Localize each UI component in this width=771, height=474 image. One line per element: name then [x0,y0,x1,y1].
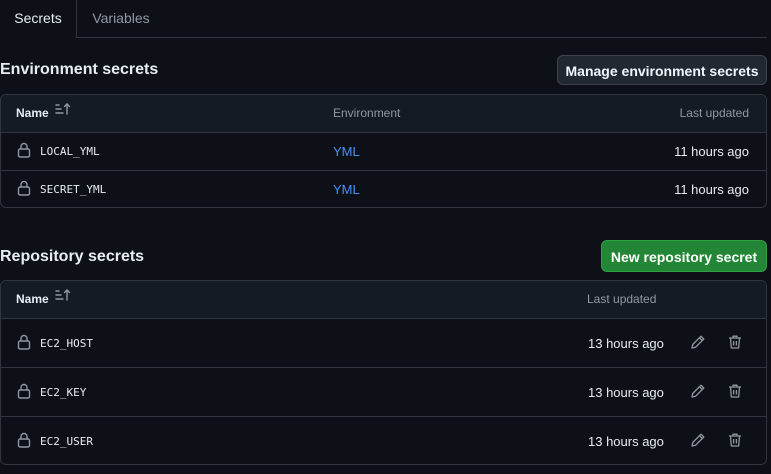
tab-secrets[interactable]: Secrets [0,0,77,38]
column-header-name[interactable]: Name [16,281,71,318]
table-header: Name Environment Last updated [1,95,766,133]
table-row: EC2_USER 13 hours ago [1,417,766,464]
repository-secrets-table: Name Last updated EC2_HOST 13 hours ago … [0,280,767,465]
table-row: SECRET_YML YML 11 hours ago [1,171,766,207]
environment-link[interactable]: YML [333,144,360,159]
lock-icon [17,432,31,451]
secrets-page: Secrets Variables Environment secrets Ma… [0,0,771,474]
last-updated: 11 hours ago [674,182,749,197]
sort-icon[interactable] [54,95,71,131]
delete-secret-button[interactable] [727,368,743,416]
pencil-icon [690,383,706,402]
trash-icon [727,383,743,402]
table-row: EC2_KEY 13 hours ago [1,368,766,417]
delete-secret-button[interactable] [727,417,743,464]
tab-bar: Secrets Variables [0,0,767,38]
last-updated: 13 hours ago [588,433,664,449]
last-updated: 13 hours ago [588,384,664,400]
last-updated: 13 hours ago [588,335,664,351]
edit-secret-button[interactable] [690,417,706,464]
lock-icon [17,180,31,199]
edit-secret-button[interactable] [690,319,706,367]
secret-name: SECRET_YML [40,183,107,196]
column-header-name-label: Name [16,292,49,306]
lock-icon [17,334,31,353]
sort-icon[interactable] [54,281,71,317]
secret-name-cell: LOCAL_YML [17,133,100,170]
secret-name-cell: EC2_USER [17,417,93,464]
column-header-last-updated: Last updated [587,292,657,306]
secret-name: EC2_KEY [40,385,87,399]
secret-name: LOCAL_YML [40,145,100,158]
trash-icon [727,334,743,353]
table-row: LOCAL_YML YML 11 hours ago [1,133,766,171]
lock-icon [17,383,31,402]
manage-environment-secrets-button[interactable]: Manage environment secrets [557,55,767,85]
tab-variables[interactable]: Variables [77,0,165,37]
last-updated: 11 hours ago [674,144,749,159]
table-header: Name Last updated [1,281,766,319]
secret-name-cell: SECRET_YML [17,171,107,207]
trash-icon [727,432,743,451]
secret-name: EC2_USER [40,434,93,448]
delete-secret-button[interactable] [727,319,743,367]
secret-name-cell: EC2_KEY [17,368,86,416]
column-header-environment: Environment [333,106,401,120]
environment-link[interactable]: YML [333,182,360,197]
repository-secrets-title: Repository secrets [0,248,145,265]
secret-name-cell: EC2_HOST [17,319,93,367]
column-header-name-label: Name [16,106,49,120]
column-header-name[interactable]: Name [16,95,71,132]
secret-name: EC2_HOST [40,336,93,350]
pencil-icon [690,432,706,451]
lock-icon [17,142,31,161]
table-row: EC2_HOST 13 hours ago [1,319,766,368]
pencil-icon [690,334,706,353]
edit-secret-button[interactable] [690,368,706,416]
column-header-last-updated: Last updated [679,106,749,120]
new-repository-secret-button[interactable]: New repository secret [601,240,767,272]
environment-secrets-table: Name Environment Last updated LOCAL_YML … [0,94,767,208]
environment-secrets-title: Environment secrets [0,61,159,78]
